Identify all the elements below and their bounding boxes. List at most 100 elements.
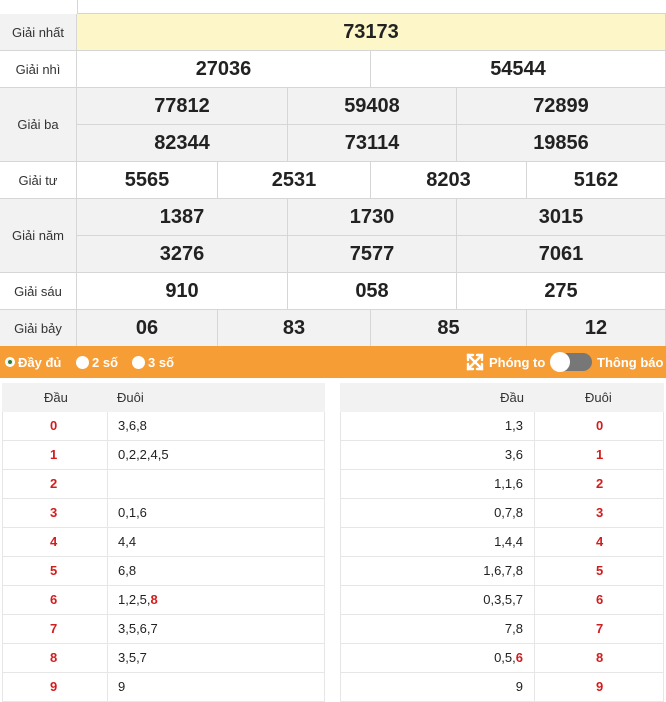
prize-fifth-value: 7061 xyxy=(457,236,666,273)
tail-digit: 5 xyxy=(596,563,604,578)
display-options-bar: Đầy đủ 2 số 3 số Phóng to Thông báo xyxy=(0,346,666,378)
column-divider xyxy=(534,673,535,701)
column-divider xyxy=(534,528,535,556)
column-divider xyxy=(534,557,535,585)
notify-toggle[interactable]: Thông báo xyxy=(550,346,663,378)
column-divider xyxy=(534,441,535,469)
column-divider xyxy=(107,615,108,643)
tail-digit: 0 xyxy=(596,418,604,433)
head-digit: 9 xyxy=(50,679,58,694)
column-divider xyxy=(534,470,535,498)
prize-label-fifth: Giải năm xyxy=(0,199,77,273)
head-digits: 1,6,7,8 xyxy=(483,557,523,585)
radio-icon[interactable] xyxy=(132,355,145,369)
radio-checked-icon[interactable] xyxy=(5,357,15,367)
prize-fourth-value: 5565 xyxy=(77,162,218,199)
option-full[interactable]: Đầy đủ xyxy=(5,346,61,378)
head-digits: 9 xyxy=(516,673,523,701)
prize-sixth-value: 910 xyxy=(77,273,288,310)
tail-digit: 2 xyxy=(596,476,604,491)
head-digits-text: 1,1,6 xyxy=(494,476,523,491)
prize-label-second: Giải nhì xyxy=(0,51,77,88)
prize-fifth-value: 3015 xyxy=(457,199,666,236)
tail-digit: 4 xyxy=(596,534,604,549)
prize-sixth-value: 058 xyxy=(288,273,457,310)
table-row: 99 xyxy=(340,673,664,702)
head-digits: 1,4,4 xyxy=(494,528,523,556)
head-digit: 3 xyxy=(50,505,58,520)
tail-digits-text: 6,8 xyxy=(118,563,137,578)
table-header: Đầu Đuôi xyxy=(340,383,664,412)
tail-digits-text: 3,5,7 xyxy=(118,650,147,665)
head-digits: 0,3,5,7 xyxy=(483,586,523,614)
head-digits: 3,6 xyxy=(505,441,523,469)
head-digits-text: 9 xyxy=(515,679,523,694)
head-digits-text: 3,6 xyxy=(504,447,523,462)
column-divider xyxy=(534,644,535,672)
head-digits: 0,5,6 xyxy=(494,644,523,672)
tail-digits: 6,8 xyxy=(118,557,136,585)
highlight-digit: 6 xyxy=(515,650,523,665)
tail-digits-text: 3,6,8 xyxy=(118,418,147,433)
column-divider xyxy=(107,412,108,440)
prize-second-value: 27036 xyxy=(77,51,371,88)
top-border xyxy=(77,0,666,14)
head-digits-text: 0,3,5,7 xyxy=(483,592,523,607)
table-row: 1,6,7,8 5 xyxy=(340,557,664,586)
head-digit: 6 xyxy=(50,592,58,607)
prize-second-value: 54544 xyxy=(371,51,666,88)
toggle-switch[interactable] xyxy=(550,352,592,372)
prize-fourth-value: 8203 xyxy=(371,162,527,199)
option-full-label: Đầy đủ xyxy=(18,354,62,370)
prize-fifth-value: 1387 xyxy=(77,199,288,236)
prize-third-value: 82344 xyxy=(77,125,288,162)
head-digits-text: 0,7,8 xyxy=(494,505,523,520)
prize-fourth-value: 2531 xyxy=(218,162,371,199)
tail-digits: 3,5,7 xyxy=(118,644,147,672)
tail-digits: 0,2,2,4,5 xyxy=(118,441,169,469)
option-3-digits[interactable]: 3 số xyxy=(132,346,174,378)
prize-third-value: 72899 xyxy=(457,88,666,125)
table-row: 2 xyxy=(2,470,325,499)
tail-digit: 8 xyxy=(596,650,604,665)
column-header-tail: Đuôi xyxy=(117,390,144,405)
table-row: 1,1,6 2 xyxy=(340,470,664,499)
column-divider xyxy=(534,586,535,614)
column-header-tail: Đuôi xyxy=(585,390,612,405)
table-row: 6 1,2,5,8 xyxy=(2,586,325,615)
column-header-head: Đầu xyxy=(44,390,68,405)
highlight-digit: 8 xyxy=(150,592,158,607)
prize-fourth-value: 5162 xyxy=(527,162,666,199)
prize-label-seventh: Giải bảy xyxy=(0,310,77,347)
head-digits-text: 1,3 xyxy=(504,418,523,433)
head-digits: 1,3 xyxy=(505,412,523,440)
table-row: 7,8 7 xyxy=(340,615,664,644)
tail-digits: 3,5,6,7 xyxy=(118,615,158,643)
option-2-digits[interactable]: 2 số xyxy=(76,346,118,378)
table-row: 0,5,6 8 xyxy=(340,644,664,673)
table-row: 7 3,5,6,7 xyxy=(2,615,325,644)
tail-digits-text: 0,2,2,4,5 xyxy=(118,447,169,462)
table-row: 0,7,8 3 xyxy=(340,499,664,528)
table-row: 0,3,5,7 6 xyxy=(340,586,664,615)
option-3-label: 3 số xyxy=(148,354,175,370)
prize-label-sixth: Giải sáu xyxy=(0,273,77,310)
column-divider xyxy=(107,470,108,498)
table-row: 3,6 1 xyxy=(340,441,664,470)
column-divider xyxy=(534,412,535,440)
head-digits: 7,8 xyxy=(505,615,523,643)
head-digit: 0 xyxy=(50,418,58,433)
zoom-button[interactable]: Phóng to xyxy=(465,346,545,378)
tail-digit: 1 xyxy=(596,447,604,462)
head-digits-text: 7,8 xyxy=(504,621,523,636)
zoom-label: Phóng to xyxy=(489,354,546,370)
head-digit: 5 xyxy=(50,563,58,578)
prize-label-third: Giải ba xyxy=(0,88,77,162)
table-row: 5 6,8 xyxy=(2,557,325,586)
head-digit: 1 xyxy=(50,447,58,462)
toggle-knob xyxy=(550,352,570,372)
column-header-head: Đầu xyxy=(500,390,524,405)
tail-digits-text: 4,4 xyxy=(118,534,137,549)
tail-digits: 9 xyxy=(118,673,125,701)
radio-icon[interactable] xyxy=(76,355,89,369)
